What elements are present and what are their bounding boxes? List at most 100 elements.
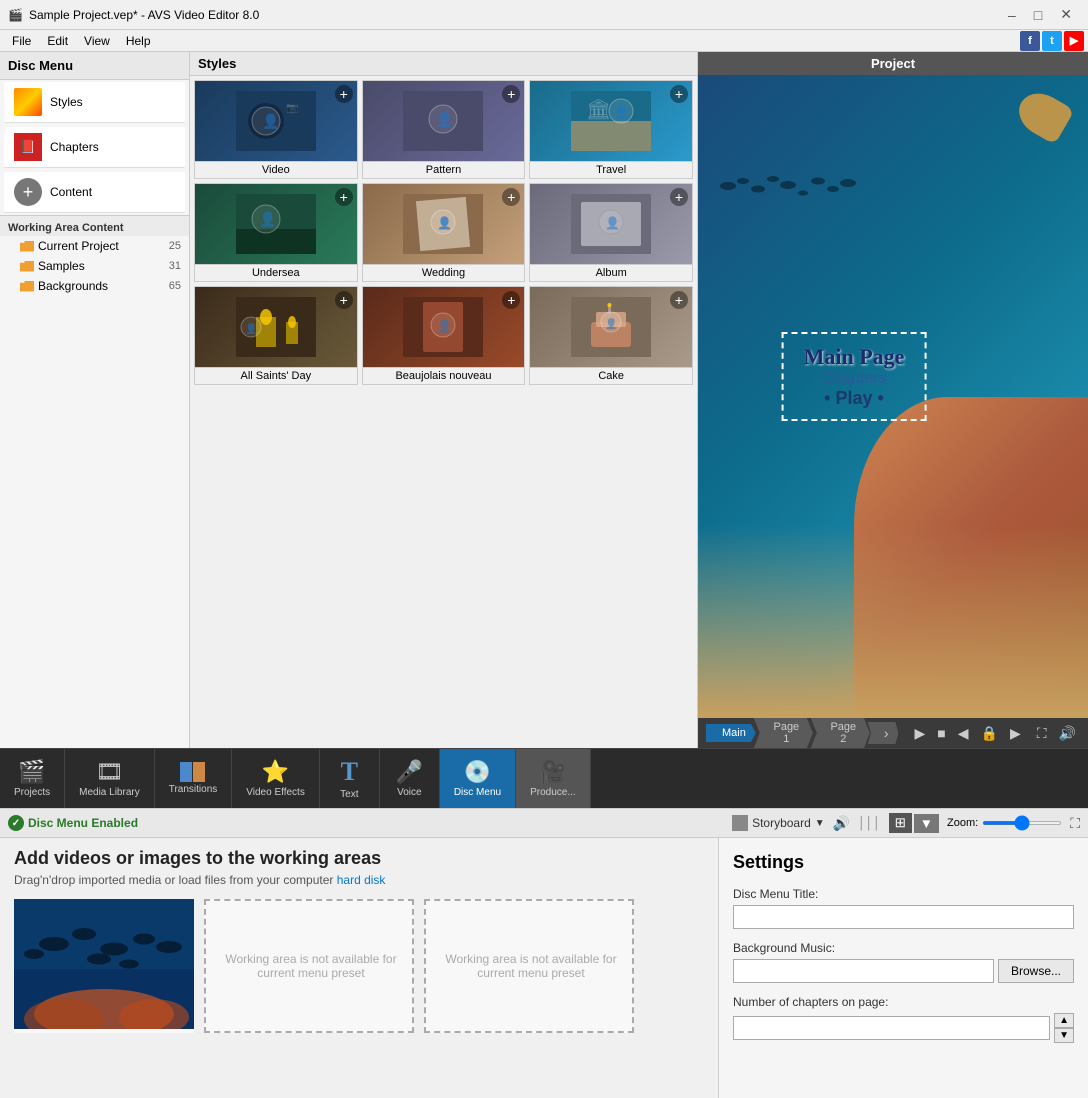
browse-button[interactable]: Browse... bbox=[998, 959, 1074, 983]
storyboard-icon bbox=[732, 815, 748, 831]
beaujolais-add-btn[interactable]: + bbox=[502, 291, 520, 309]
style-item-pattern[interactable]: 👤 + Pattern bbox=[362, 80, 526, 179]
play-button[interactable]: ▶ bbox=[910, 723, 929, 744]
pattern-add-btn[interactable]: + bbox=[502, 85, 520, 103]
nav-page-1[interactable]: Page 1 bbox=[754, 718, 813, 748]
list-view-btn[interactable]: ▼ bbox=[914, 814, 939, 833]
content-header: Styles bbox=[190, 52, 697, 76]
style-item-album[interactable]: 👤 + Album bbox=[529, 183, 693, 282]
travel-add-btn[interactable]: + bbox=[670, 85, 688, 103]
fish-scene bbox=[14, 899, 194, 1029]
sidebar-item-backgrounds[interactable]: Backgrounds 65 bbox=[0, 276, 189, 296]
chapters-increment[interactable]: ▲ bbox=[1054, 1013, 1074, 1028]
toolbar-text[interactable]: T Text bbox=[320, 749, 380, 808]
nav-page-2[interactable]: Page 2 bbox=[811, 718, 870, 748]
album-add-btn[interactable]: + bbox=[670, 188, 688, 206]
sidebar-btn-styles[interactable]: Styles bbox=[4, 82, 185, 123]
allsaints-label: All Saints' Day bbox=[195, 367, 357, 384]
media-slot-2[interactable]: Working area is not available for curren… bbox=[204, 899, 414, 1033]
media-library-label: Media Library bbox=[79, 787, 140, 798]
chapters-decrement[interactable]: ▼ bbox=[1054, 1028, 1074, 1043]
style-item-beaujolais[interactable]: 👤 + Beaujolais nouveau bbox=[362, 286, 526, 385]
current-project-label: Current Project bbox=[38, 239, 119, 253]
next-button[interactable]: ▶ bbox=[1006, 723, 1025, 744]
sidebar: Disc Menu Styles 📕 Chapters + Content Wo… bbox=[0, 52, 190, 748]
zoom-slider[interactable] bbox=[982, 821, 1062, 825]
disc-menu-title-label: Disc Menu Title: bbox=[733, 887, 1074, 901]
nav-page-more[interactable]: › bbox=[868, 722, 899, 744]
beaujolais-thumb-svg: 👤 bbox=[403, 297, 483, 357]
fullscreen-button[interactable]: ⛶ bbox=[1033, 723, 1051, 744]
voice-icon: 🎤 bbox=[396, 759, 423, 785]
allsaints-thumb-svg: 👤 bbox=[236, 297, 316, 357]
disc-menu-icon: 💿 bbox=[464, 759, 491, 785]
menu-view[interactable]: View bbox=[76, 32, 118, 50]
sidebar-item-samples[interactable]: Samples 31 bbox=[0, 256, 189, 276]
volume-button[interactable]: 🔊 bbox=[1055, 723, 1080, 744]
expand-icon[interactable]: ⛶ bbox=[1070, 815, 1080, 832]
nav-page-main[interactable]: Main bbox=[706, 724, 756, 742]
backgrounds-label: Backgrounds bbox=[38, 279, 108, 293]
allsaints-add-btn[interactable]: + bbox=[335, 291, 353, 309]
styles-icon bbox=[14, 88, 42, 116]
youtube-icon[interactable]: ▶ bbox=[1064, 31, 1084, 51]
wedding-add-btn[interactable]: + bbox=[502, 188, 520, 206]
sidebar-item-current-project[interactable]: Current Project 25 bbox=[0, 236, 189, 256]
style-item-allsaints[interactable]: 👤 + All Saints' Day bbox=[194, 286, 358, 385]
undersea-thumb-svg: 👤 bbox=[236, 194, 316, 254]
stop-button[interactable]: ■ bbox=[933, 723, 949, 743]
maximize-button[interactable]: □ bbox=[1026, 4, 1050, 25]
samples-label: Samples bbox=[38, 259, 85, 273]
toolbar-video-effects[interactable]: ⭐ Video Effects bbox=[232, 749, 320, 808]
hard-disk-link[interactable]: hard disk bbox=[337, 873, 386, 887]
style-thumb-pattern: 👤 + bbox=[363, 81, 525, 161]
cake-add-btn[interactable]: + bbox=[670, 291, 688, 309]
minimize-button[interactable]: – bbox=[1000, 4, 1024, 25]
toolbar-voice[interactable]: 🎤 Voice bbox=[380, 749, 440, 808]
styles-grid-container[interactable]: 👤 📷 + Video 👤 + bbox=[190, 76, 697, 748]
travel-thumb-svg: 👤 🏛 bbox=[571, 91, 651, 151]
svg-text:👤: 👤 bbox=[605, 317, 617, 330]
style-item-undersea[interactable]: 👤 + Undersea bbox=[194, 183, 358, 282]
style-item-cake[interactable]: 👤 + Cake bbox=[529, 286, 693, 385]
toolbar-disc-menu[interactable]: 💿 Disc Menu bbox=[440, 749, 516, 808]
background-music-input[interactable]: Change background music ... bbox=[733, 959, 994, 983]
disc-menu-enabled-badge: ✓ Disc Menu Enabled bbox=[8, 815, 138, 831]
grid-view-btn[interactable]: ⊞ bbox=[889, 813, 912, 833]
volume-icon[interactable]: 🔊 bbox=[833, 815, 850, 832]
media-slot-1[interactable] bbox=[14, 899, 194, 1033]
toolbar-transitions[interactable]: Transitions bbox=[155, 749, 233, 808]
album-label: Album bbox=[530, 264, 692, 281]
sidebar-btn-chapters[interactable]: 📕 Chapters bbox=[4, 127, 185, 168]
toolbar-media-library[interactable]: 🎞 Media Library bbox=[65, 749, 155, 808]
disc-menu-title-input[interactable]: Main Page bbox=[733, 905, 1074, 929]
style-item-travel[interactable]: 👤 🏛 + Travel bbox=[529, 80, 693, 179]
subtext-before: Drag'n'drop imported media or load files… bbox=[14, 873, 337, 887]
preview-text-box: Main Page Chapters • Play • bbox=[782, 332, 927, 421]
volume-controls-icon: │││ bbox=[858, 816, 881, 830]
close-button[interactable]: ✕ bbox=[1052, 4, 1080, 25]
style-item-video[interactable]: 👤 📷 + Video bbox=[194, 80, 358, 179]
disc-menu-label: Disc Menu bbox=[454, 787, 501, 798]
menu-file[interactable]: File bbox=[4, 32, 39, 50]
sidebar-btn-content[interactable]: + Content bbox=[4, 172, 185, 213]
prev-button[interactable]: ◀ bbox=[954, 723, 973, 744]
menu-help[interactable]: Help bbox=[118, 32, 159, 50]
undersea-add-btn[interactable]: + bbox=[335, 188, 353, 206]
video-add-btn[interactable]: + bbox=[335, 85, 353, 103]
toolbar: 🎬 Projects 🎞 Media Library Transitions ⭐… bbox=[0, 748, 1088, 808]
media-slot-3[interactable]: Working area is not available for curren… bbox=[424, 899, 634, 1033]
styles-label: Styles bbox=[50, 95, 83, 109]
svg-text:📷: 📷 bbox=[286, 103, 298, 114]
preview-area: Main Page Chapters • Play • bbox=[698, 75, 1088, 718]
twitter-icon[interactable]: t bbox=[1042, 31, 1062, 51]
menu-edit[interactable]: Edit bbox=[39, 32, 76, 50]
storyboard-button[interactable]: Storyboard ▼ bbox=[732, 815, 825, 831]
facebook-icon[interactable]: f bbox=[1020, 31, 1040, 51]
chapters-count-input[interactable]: 3 bbox=[733, 1016, 1050, 1040]
toolbar-produce[interactable]: 🎥 Produce... bbox=[516, 749, 591, 808]
lock-button[interactable]: 🔒 bbox=[977, 723, 1002, 744]
fish-scene-svg bbox=[14, 899, 194, 1029]
toolbar-projects[interactable]: 🎬 Projects bbox=[0, 749, 65, 808]
style-item-wedding[interactable]: 👤 + Wedding bbox=[362, 183, 526, 282]
